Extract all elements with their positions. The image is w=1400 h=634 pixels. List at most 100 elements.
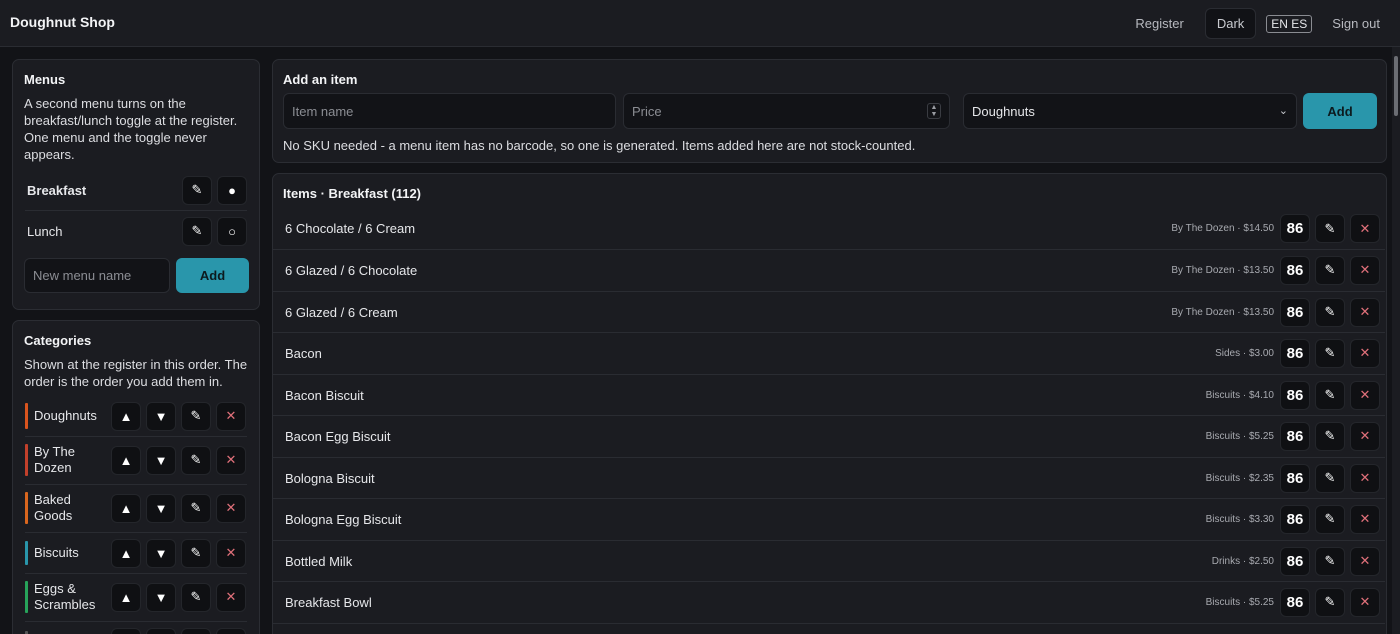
item-name-input[interactable]: Item name <box>283 93 616 129</box>
menus-panel: Menus A second menu turns on the breakfa… <box>12 59 260 310</box>
item-row: Bacon Sides · $3.00 86 ✎ ✕ <box>273 332 1385 373</box>
menus-description: A second menu turns on the breakfast/lun… <box>24 96 238 162</box>
86-toggle-button[interactable]: 86 <box>1280 421 1310 451</box>
edit-icon[interactable]: ✎ <box>1315 504 1345 534</box>
category-select[interactable]: Doughnuts ⌄ <box>963 93 1297 129</box>
divider <box>25 436 247 437</box>
delete-icon[interactable]: ✕ <box>1350 504 1380 534</box>
item-row: 6 Glazed / 6 Chocolate By The Dozen · $1… <box>273 249 1385 290</box>
delete-icon[interactable]: ✕ <box>1350 214 1380 243</box>
move-down-icon[interactable]: ▼ <box>146 538 176 568</box>
86-toggle-button[interactable]: 86 <box>1280 504 1310 534</box>
edit-icon[interactable]: ✎ <box>182 216 212 246</box>
stepper-icon[interactable]: ▲ ▼ <box>927 103 941 119</box>
add-item-panel: Add an item Item name Price ▲ ▼ Doughnuts… <box>272 59 1387 163</box>
delete-icon[interactable] <box>216 627 246 634</box>
categories-description: Shown at the register in this order. The… <box>24 357 248 389</box>
86-toggle-button[interactable]: 86 <box>1280 338 1310 368</box>
86-toggle-button[interactable]: 86 <box>1280 587 1310 617</box>
edit-icon[interactable]: ✎ <box>1315 380 1345 410</box>
86-toggle-button[interactable]: 86 <box>1280 380 1310 410</box>
move-down-icon[interactable]: ▼ <box>146 445 176 475</box>
delete-icon[interactable]: ✕ <box>1350 380 1380 410</box>
edit-icon[interactable] <box>181 627 211 634</box>
edit-icon[interactable]: ✎ <box>1315 297 1345 327</box>
edit-icon[interactable]: ✎ <box>181 538 211 568</box>
divider <box>25 532 247 533</box>
category-row <box>25 627 247 634</box>
item-row: Bacon Biscuit Biscuits · $4.10 86 ✎ ✕ <box>273 374 1385 415</box>
delete-icon[interactable]: ✕ <box>1350 587 1380 617</box>
add-item-title: Add an item <box>283 72 358 87</box>
price-input[interactable]: Price ▲ ▼ <box>623 93 950 129</box>
category-name: Eggs & Scrambles <box>34 581 96 612</box>
brand-title: Doughnut Shop <box>10 14 115 30</box>
language-toggle[interactable]: EN ES <box>1266 14 1313 33</box>
edit-icon[interactable]: ✎ <box>1315 255 1345 285</box>
delete-icon[interactable]: ✕ <box>1350 338 1380 368</box>
move-down-icon[interactable]: ▼ <box>146 401 176 431</box>
edit-icon[interactable]: ✎ <box>1315 587 1345 617</box>
theme-toggle-button[interactable]: Dark <box>1204 8 1257 39</box>
item-row: 6 Glazed / 6 Cream By The Dozen · $13.50… <box>273 291 1385 332</box>
items-title: Items · Breakfast (112) <box>283 186 422 201</box>
menu-active-radio[interactable]: ● <box>217 175 247 205</box>
86-toggle-button[interactable]: 86 <box>1280 255 1310 285</box>
edit-icon[interactable]: ✎ <box>1315 463 1345 493</box>
item-name: Breakfast Bowl <box>285 594 372 610</box>
edit-icon[interactable]: ✎ <box>1315 214 1345 243</box>
delete-icon[interactable]: ✕ <box>216 538 246 568</box>
item-row: Breakfast Bowl Biscuits · $5.25 86 ✎ ✕ <box>273 581 1385 622</box>
move-down-icon[interactable] <box>146 627 176 634</box>
add-item-button[interactable]: Add <box>1303 93 1377 129</box>
move-up-icon[interactable]: ▲ <box>111 493 141 523</box>
item-name: Bacon <box>285 345 322 361</box>
delete-icon[interactable]: ✕ <box>1350 463 1380 493</box>
move-up-icon[interactable]: ▲ <box>111 538 141 568</box>
edit-icon[interactable]: ✎ <box>182 175 212 205</box>
menu-item-name: Lunch <box>27 223 63 239</box>
move-up-icon[interactable]: ▲ <box>111 445 141 475</box>
menu-active-radio[interactable]: ○ <box>217 216 247 246</box>
add-menu-button[interactable]: Add <box>176 258 249 293</box>
delete-icon[interactable]: ✕ <box>1350 421 1380 451</box>
sign-out-link[interactable]: Sign out <box>1332 16 1380 31</box>
new-menu-name-input[interactable]: New menu name <box>24 258 170 293</box>
edit-icon[interactable]: ✎ <box>1315 546 1345 576</box>
page-scrollbar[interactable] <box>1392 47 1400 634</box>
edit-icon[interactable]: ✎ <box>181 582 211 612</box>
move-up-icon[interactable]: ▲ <box>111 582 141 612</box>
register-link[interactable]: Register <box>1135 16 1183 31</box>
86-toggle-button[interactable]: 86 <box>1280 297 1310 327</box>
edit-icon[interactable]: ✎ <box>181 493 211 523</box>
edit-icon[interactable]: ✎ <box>181 445 211 475</box>
item-name: 6 Glazed / 6 Cream <box>285 304 398 320</box>
delete-icon[interactable]: ✕ <box>1350 546 1380 576</box>
item-meta: Biscuits · $5.25 <box>1205 596 1274 608</box>
category-name: By The Dozen <box>34 444 75 475</box>
category-name: Biscuits <box>34 545 79 560</box>
edit-icon[interactable]: ✎ <box>181 401 211 431</box>
delete-icon[interactable]: ✕ <box>216 401 246 431</box>
delete-icon[interactable]: ✕ <box>1350 255 1380 285</box>
move-down-icon[interactable]: ▼ <box>146 582 176 612</box>
item-meta: Biscuits · $3.30 <box>1205 513 1274 525</box>
move-up-icon[interactable] <box>111 627 141 634</box>
delete-icon[interactable]: ✕ <box>216 445 246 475</box>
category-row: By The Dozen ▲ ▼ ✎ ✕ <box>25 440 247 480</box>
86-toggle-button[interactable]: 86 <box>1280 546 1310 576</box>
delete-icon[interactable]: ✕ <box>1350 297 1380 327</box>
edit-icon[interactable]: ✎ <box>1315 421 1345 451</box>
delete-icon[interactable]: ✕ <box>216 493 246 523</box>
delete-icon[interactable]: ✕ <box>216 582 246 612</box>
86-toggle-button[interactable]: 86 <box>1280 463 1310 493</box>
move-down-icon[interactable]: ▼ <box>146 493 176 523</box>
top-nav: Register Dark EN ES Sign out <box>1135 8 1380 39</box>
move-up-icon[interactable]: ▲ <box>111 401 141 431</box>
item-name: Bologna Egg Biscuit <box>285 511 402 527</box>
scrollbar-thumb[interactable] <box>1394 56 1398 116</box>
item-meta: Biscuits · $5.25 <box>1205 430 1274 442</box>
edit-icon[interactable]: ✎ <box>1315 338 1345 368</box>
86-toggle-button[interactable]: 86 <box>1280 214 1310 243</box>
item-name: Bologna Biscuit <box>285 470 375 486</box>
